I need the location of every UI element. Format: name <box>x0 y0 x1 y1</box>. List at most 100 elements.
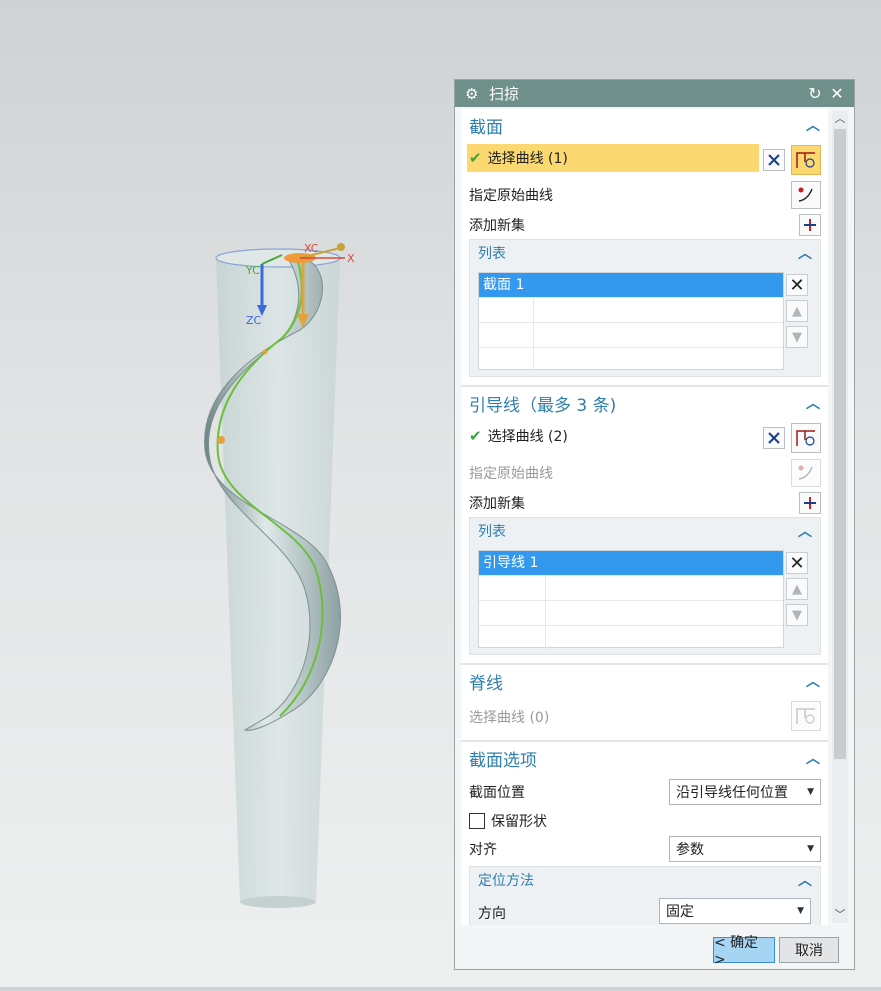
specify-original-curve-button <box>791 459 821 487</box>
guides-group: 引导线（最多 3 条) ︿ ✔ 选择曲线 (2) 指定原始曲线 添加新集 列表 … <box>461 387 828 666</box>
list-item[interactable]: 截面 1 <box>479 273 783 298</box>
section-select-curve-label: 选择曲线 (1) <box>487 151 568 167</box>
curve-rule-icon <box>796 708 815 724</box>
section-position-label: 截面位置 <box>469 785 525 801</box>
guides-list-actions: ✕ ▲ ▼ <box>786 552 808 630</box>
section-list-title: 列表 <box>478 246 506 262</box>
list-item <box>479 576 783 601</box>
list-item <box>479 298 783 323</box>
delete-button[interactable]: ✕ <box>786 274 808 296</box>
guides-add-new-set[interactable]: 添加新集 <box>469 489 820 517</box>
list-item <box>479 626 783 650</box>
axis-label-xc: XC <box>304 242 319 255</box>
dialog-footer: < 确定 > 取消 <box>455 929 854 969</box>
dialog-content: 截面 ︿ ✔ 选择曲线 (1) 指定原始曲线 添加新集 列表 ︿ 截面 1 ✕ … <box>459 109 830 925</box>
positioning-title: 定位方法 <box>478 873 534 889</box>
move-up-button[interactable]: ▲ <box>786 578 808 600</box>
list-item <box>479 348 783 372</box>
scroll-down-icon[interactable]: ﹀ <box>832 907 848 923</box>
reset-icon[interactable]: ↻ <box>804 84 826 103</box>
chevron-up-icon[interactable]: ︿ <box>798 521 812 541</box>
guides-group-header[interactable]: 引导线（最多 3 条) ︿ <box>461 387 828 419</box>
section-list[interactable]: 截面 1 <box>478 272 784 372</box>
direction-value: 固定 <box>666 904 694 920</box>
guides-list-title: 列表 <box>478 524 506 540</box>
align-value: 参数 <box>676 842 704 858</box>
cancel-button[interactable]: 取消 <box>779 937 839 963</box>
list-item-label: 引导线 1 <box>479 551 546 575</box>
section-specify-original[interactable]: 指定原始曲线 <box>469 181 820 209</box>
dialog-scrollbar[interactable]: ︿ ﹀ <box>832 111 848 923</box>
chevron-up-icon[interactable]: ︿ <box>806 115 820 135</box>
chevron-up-icon[interactable]: ︿ <box>798 870 812 890</box>
reverse-direction-button[interactable] <box>763 427 785 449</box>
section-position-select[interactable]: 沿引导线任何位置 ▼ <box>669 779 821 805</box>
section-select-curve[interactable]: ✔ 选择曲线 (1) <box>467 144 759 172</box>
dialog-titlebar[interactable]: ⚙ 扫掠 ↻ ✕ <box>455 80 854 107</box>
list-item <box>479 323 783 348</box>
add-set-icon <box>804 219 816 231</box>
section-position-value: 沿引导线任何位置 <box>676 785 788 801</box>
guides-list[interactable]: 引导线 1 <box>478 550 784 650</box>
check-icon: ✔ <box>469 427 482 445</box>
keep-shape-row[interactable]: 保留形状 <box>469 807 820 835</box>
gear-icon[interactable]: ⚙ <box>465 85 481 103</box>
chevron-up-icon[interactable]: ︿ <box>806 671 820 691</box>
guides-specify-original: 指定原始曲线 <box>469 459 820 487</box>
keep-shape-checkbox[interactable] <box>469 813 485 829</box>
curve-rule-button[interactable] <box>791 145 821 175</box>
scroll-up-icon[interactable]: ︿ <box>832 111 848 127</box>
section-options-header[interactable]: 截面选项 ︿ <box>461 742 828 774</box>
original-curve-icon <box>798 187 813 202</box>
spine-select-curve: 选择曲线 (0) <box>469 703 820 731</box>
guides-list-header[interactable]: 列表 ︿ <box>470 518 820 544</box>
align-label: 对齐 <box>469 842 497 858</box>
reverse-direction-button[interactable] <box>763 149 785 171</box>
specify-original-curve-button[interactable] <box>791 181 821 209</box>
chevron-up-icon[interactable]: ︿ <box>806 748 820 768</box>
positioning-header[interactable]: 定位方法 ︿ <box>470 867 820 893</box>
move-down-button[interactable]: ▼ <box>786 604 808 626</box>
move-up-button[interactable]: ▲ <box>786 300 808 322</box>
section-list-header[interactable]: 列表 ︿ <box>470 240 820 266</box>
add-new-set-button[interactable] <box>799 492 821 514</box>
spine-select-curve-label: 选择曲线 (0) <box>469 710 550 726</box>
chevron-down-icon: ▼ <box>797 906 804 916</box>
guide-point[interactable] <box>262 349 268 355</box>
align-row: 对齐 <box>469 835 649 863</box>
chevron-up-icon[interactable]: ︿ <box>806 393 820 413</box>
curve-rule-button[interactable] <box>791 423 821 453</box>
align-select[interactable]: 参数 ▼ <box>669 836 821 862</box>
section-position-row: 截面位置 <box>469 778 649 806</box>
guides-group-title: 引导线（最多 3 条) <box>469 395 617 416</box>
list-item[interactable]: 引导线 1 <box>479 551 783 576</box>
reverse-direction-icon <box>768 432 780 444</box>
direction-select[interactable]: 固定 ▼ <box>659 898 811 924</box>
dialog-title: 扫掠 <box>489 85 520 103</box>
ok-button[interactable]: < 确定 > <box>713 935 775 968</box>
guide-point[interactable] <box>217 436 225 444</box>
move-down-button[interactable]: ▼ <box>786 326 808 348</box>
spine-group-header[interactable]: 脊线 ︿ <box>461 665 828 697</box>
section-list-actions: ✕ ▲ ▼ <box>786 274 808 352</box>
axis-label-yc: YC <box>245 264 260 277</box>
add-set-icon <box>804 497 816 509</box>
chevron-up-icon[interactable]: ︿ <box>798 243 812 263</box>
curve-rule-icon <box>796 430 815 446</box>
delete-button[interactable]: ✕ <box>786 552 808 574</box>
positioning-panel: 定位方法 ︿ 方向 固定 ▼ <box>469 866 821 925</box>
section-options-group: 截面选项 ︿ 截面位置 沿引导线任何位置 ▼ 保留形状 对齐 参数 ▼ 定位方法… <box>461 742 828 925</box>
section-specify-original-label: 指定原始曲线 <box>469 188 553 204</box>
close-icon[interactable]: ✕ <box>826 84 848 103</box>
section-list-panel: 列表 ︿ 截面 1 ✕ ▲ ▼ <box>469 239 821 377</box>
spine-group-title: 脊线 <box>469 673 503 694</box>
curve-rule-button <box>791 701 821 731</box>
axis-label-zc: ZC <box>246 314 262 327</box>
section-add-new-set[interactable]: 添加新集 <box>469 211 820 239</box>
chevron-down-icon: ▼ <box>807 787 814 797</box>
scroll-thumb[interactable] <box>834 129 846 759</box>
list-item <box>479 601 783 626</box>
add-new-set-button[interactable] <box>799 214 821 236</box>
guides-add-new-set-label: 添加新集 <box>469 496 525 512</box>
section-group-header[interactable]: 截面 ︿ <box>461 109 828 141</box>
